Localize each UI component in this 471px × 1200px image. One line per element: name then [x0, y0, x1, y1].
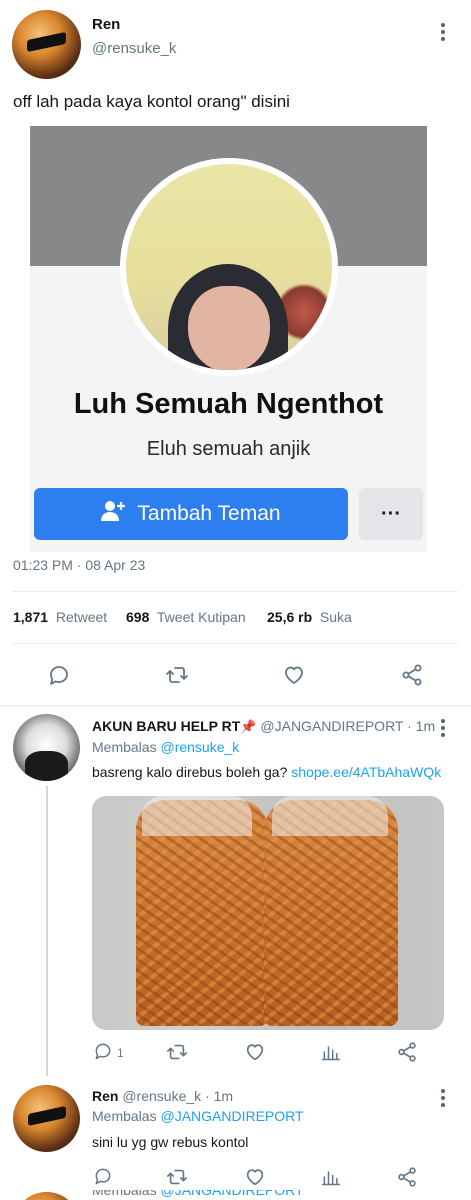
analytics-icon[interactable] [321, 1166, 341, 1188]
replying-to-handle[interactable]: @JANGANDIREPORT [160, 1190, 303, 1198]
reply-time: · 1m [407, 718, 436, 734]
reply-time: · 1m [205, 1088, 234, 1104]
divider [12, 591, 458, 592]
more-button: ··· [359, 488, 423, 540]
like-icon[interactable] [282, 663, 306, 687]
avatar[interactable] [13, 1085, 80, 1152]
retweet-icon[interactable] [166, 1166, 188, 1188]
divider [12, 643, 458, 644]
author-handle[interactable]: @rensuke_k [92, 40, 176, 57]
more-options-icon[interactable] [433, 716, 453, 740]
retweet-stats[interactable]: 1,871 Retweet [13, 609, 107, 625]
retweet-icon[interactable] [166, 1041, 188, 1063]
avatar [13, 1192, 80, 1200]
pin-emoji: 📌 [240, 719, 257, 734]
like-label: Suka [319, 609, 352, 625]
more-options-icon[interactable] [433, 1086, 453, 1110]
quote-label: Tweet Kutipan [156, 609, 246, 625]
replying-to: Membalas @rensuke_k [92, 739, 239, 755]
profile-avatar-photo [126, 164, 332, 370]
like-icon[interactable] [244, 1041, 266, 1063]
tweet-timestamp[interactable]: 01:23 PM · 08 Apr 23 [13, 557, 145, 573]
divider [0, 705, 471, 706]
retweet-count: 1,871 [13, 609, 49, 625]
thread-line [46, 786, 48, 1076]
reply-icon[interactable] [93, 1166, 113, 1186]
retweet-label: Retweet [55, 609, 108, 625]
reply-body: basreng kalo direbus boleh ga? [92, 764, 288, 780]
add-friend-label: Tambah Teman [137, 502, 281, 525]
more-options-icon[interactable] [433, 20, 453, 44]
retweet-icon[interactable] [165, 663, 189, 687]
like-icon[interactable] [244, 1166, 266, 1188]
like-stats[interactable]: 25,6 rb Suka [267, 609, 352, 625]
reply-header: Ren @rensuke_k · 1m [92, 1088, 233, 1104]
share-icon[interactable] [400, 663, 424, 687]
reply-header: AKUN BARU HELP RT📌 @JANGANDIREPORT · 1m [92, 718, 435, 735]
add-person-icon [101, 500, 127, 528]
product-photo[interactable] [92, 796, 444, 1030]
profile-bio: Eluh semuah anjik [146, 438, 311, 460]
like-count: 25,6 rb [267, 609, 313, 625]
add-friend-button: Tambah Teman [34, 488, 348, 540]
author-name[interactable]: AKUN BARU HELP RT [92, 718, 240, 734]
replying-prefix: Membalas [92, 739, 157, 755]
replying-to: Membalas @JANGANDIREPORT [92, 1108, 304, 1124]
author-handle[interactable]: @rensuke_k [122, 1088, 201, 1104]
tweet-text: off lah pada kaya kontol orang" disini [13, 92, 290, 111]
tweet-media-image[interactable]: Luh Semuah Ngenthot Eluh semuah anjik Ta… [30, 126, 427, 552]
profile-name: Luh Semuah Ngenthot [73, 388, 384, 420]
avatar[interactable] [12, 10, 81, 79]
quote-count: 698 [126, 609, 150, 625]
avatar[interactable] [13, 714, 80, 781]
replying-to-handle[interactable]: @JANGANDIREPORT [160, 1108, 303, 1124]
reply-text: basreng kalo direbus boleh ga? shope.ee/… [92, 764, 441, 780]
share-icon[interactable] [396, 1041, 418, 1063]
reply-icon[interactable] [47, 663, 71, 687]
analytics-icon[interactable] [321, 1041, 341, 1063]
author-name[interactable]: Ren [92, 16, 120, 33]
reply-icon[interactable] [93, 1041, 113, 1061]
author-name[interactable]: Ren [92, 1088, 118, 1104]
next-reply-peek: Membalas @JANGANDIREPORT [0, 1190, 471, 1200]
reply-link[interactable]: shope.ee/4ATbAhaWQk [291, 764, 441, 780]
quote-stats[interactable]: 698 Tweet Kutipan [126, 609, 246, 625]
replying-prefix: Membalas [92, 1108, 157, 1124]
reply-count: 1 [117, 1046, 124, 1060]
reply-body: sini lu yg gw rebus kontol [92, 1134, 249, 1150]
replying-prefix: Membalas [92, 1190, 157, 1198]
replying-to-handle[interactable]: @rensuke_k [160, 739, 239, 755]
author-handle[interactable]: @JANGANDIREPORT [260, 718, 403, 734]
share-icon[interactable] [396, 1166, 418, 1188]
